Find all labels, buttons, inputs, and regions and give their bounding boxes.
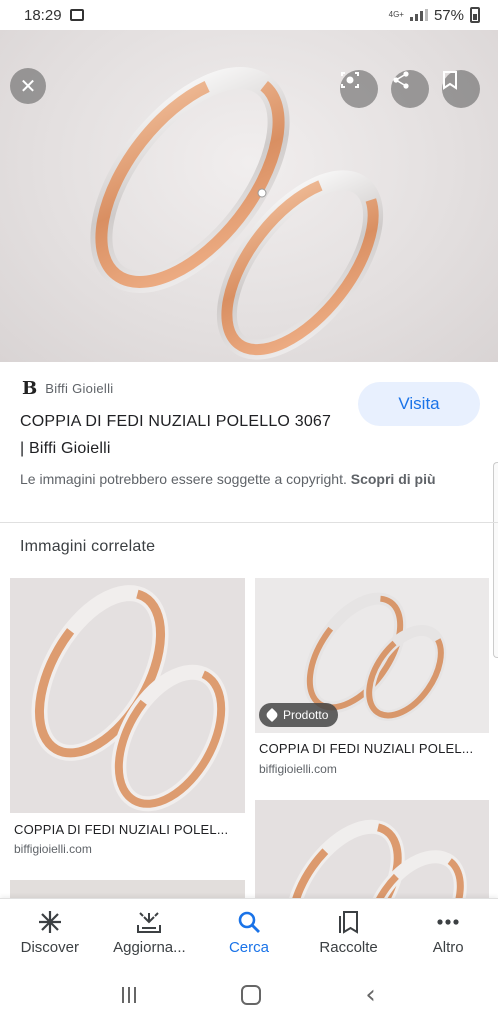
nav-label: Altro [432,939,464,956]
nav-search[interactable]: Cerca [199,899,299,966]
status-bar: 18:29 4G+ 57% [0,0,498,30]
network-type: 4G+ [388,10,404,19]
battery-percent: 57% [433,6,464,24]
recent-apps-button[interactable] [122,987,137,1003]
hero-image[interactable]: ✕ [0,30,498,362]
system-navigation: ‹ [0,966,498,1024]
related-caption: COPPIA DI FEDI NUZIALI POLEL... [259,741,474,756]
copyright-text: Le immagini potrebbero essere soggette a… [20,471,347,487]
tag-icon [264,707,280,723]
related-thumbnail [10,880,245,898]
nav-label: Discover [20,939,79,956]
related-caption: COPPIA DI FEDI NUZIALI POLEL... [14,822,229,837]
signal-icon [409,9,428,21]
related-item[interactable] [10,880,245,898]
share-icon [393,71,409,89]
related-domain: biffigioielli.com [259,762,337,776]
status-right: 4G+ 57% [389,7,480,24]
divider [0,522,498,523]
product-badge-label: Prodotto [283,708,329,722]
collections-icon [338,911,358,934]
result-source[interactable]: B Biffi Gioielli [22,378,113,399]
home-button[interactable] [240,985,261,1005]
scroll-handle[interactable] [493,462,498,658]
back-button[interactable]: ‹ [365,980,375,1010]
nav-updates[interactable]: Aggiorna... [100,899,200,966]
status-time: 18:29 [24,6,62,24]
share-button[interactable] [391,70,429,108]
nav-label: Aggiorna... [113,939,186,956]
battery-icon [470,7,480,23]
nav-label: Cerca [228,939,269,956]
nav-collections[interactable]: Raccolte [299,899,399,966]
result-title[interactable]: COPPIA DI FEDI NUZIALI POLELLO 3067 | Bi… [20,408,340,462]
related-domain: biffigioielli.com [14,842,92,856]
product-badge: Prodotto [259,703,339,727]
related-heading: Immagini correlate [20,538,156,555]
source-name: Biffi Gioielli [45,381,114,396]
asterisk-icon [38,911,61,933]
close-button[interactable]: ✕ [10,68,46,104]
nav-more[interactable]: Altro [398,899,498,966]
related-item[interactable] [255,800,489,898]
gallery-notification-icon [69,9,84,21]
copyright-notice: Le immagini potrebbero essere soggette a… [20,468,480,490]
related-thumbnail [10,578,245,813]
nav-discover[interactable]: Discover [0,899,100,966]
close-icon: ✕ [19,75,37,98]
bookmark-button[interactable] [442,70,480,108]
bookmark-icon [443,71,457,90]
visit-button[interactable]: Visita [358,382,480,426]
updates-icon [137,912,162,933]
related-item[interactable]: COPPIA DI FEDI NUZIALI POLEL... biffigio… [10,578,245,868]
related-thumbnail [255,800,489,898]
related-item[interactable]: Prodotto COPPIA DI FEDI NUZIALI POLEL...… [255,578,489,783]
nav-label: Raccolte [319,939,378,956]
learn-more-link[interactable]: Scopri di più [351,471,436,487]
lens-button[interactable] [340,70,378,108]
more-icon [437,919,459,925]
search-icon [238,911,260,933]
lens-icon [341,72,359,88]
related-thumbnail: Prodotto [255,578,489,733]
bottom-navigation: Discover Aggiorna... Cerca Raccolte Altr… [0,898,498,966]
source-logo: B [22,378,38,399]
chevron-left-icon: ‹ [365,980,376,1010]
